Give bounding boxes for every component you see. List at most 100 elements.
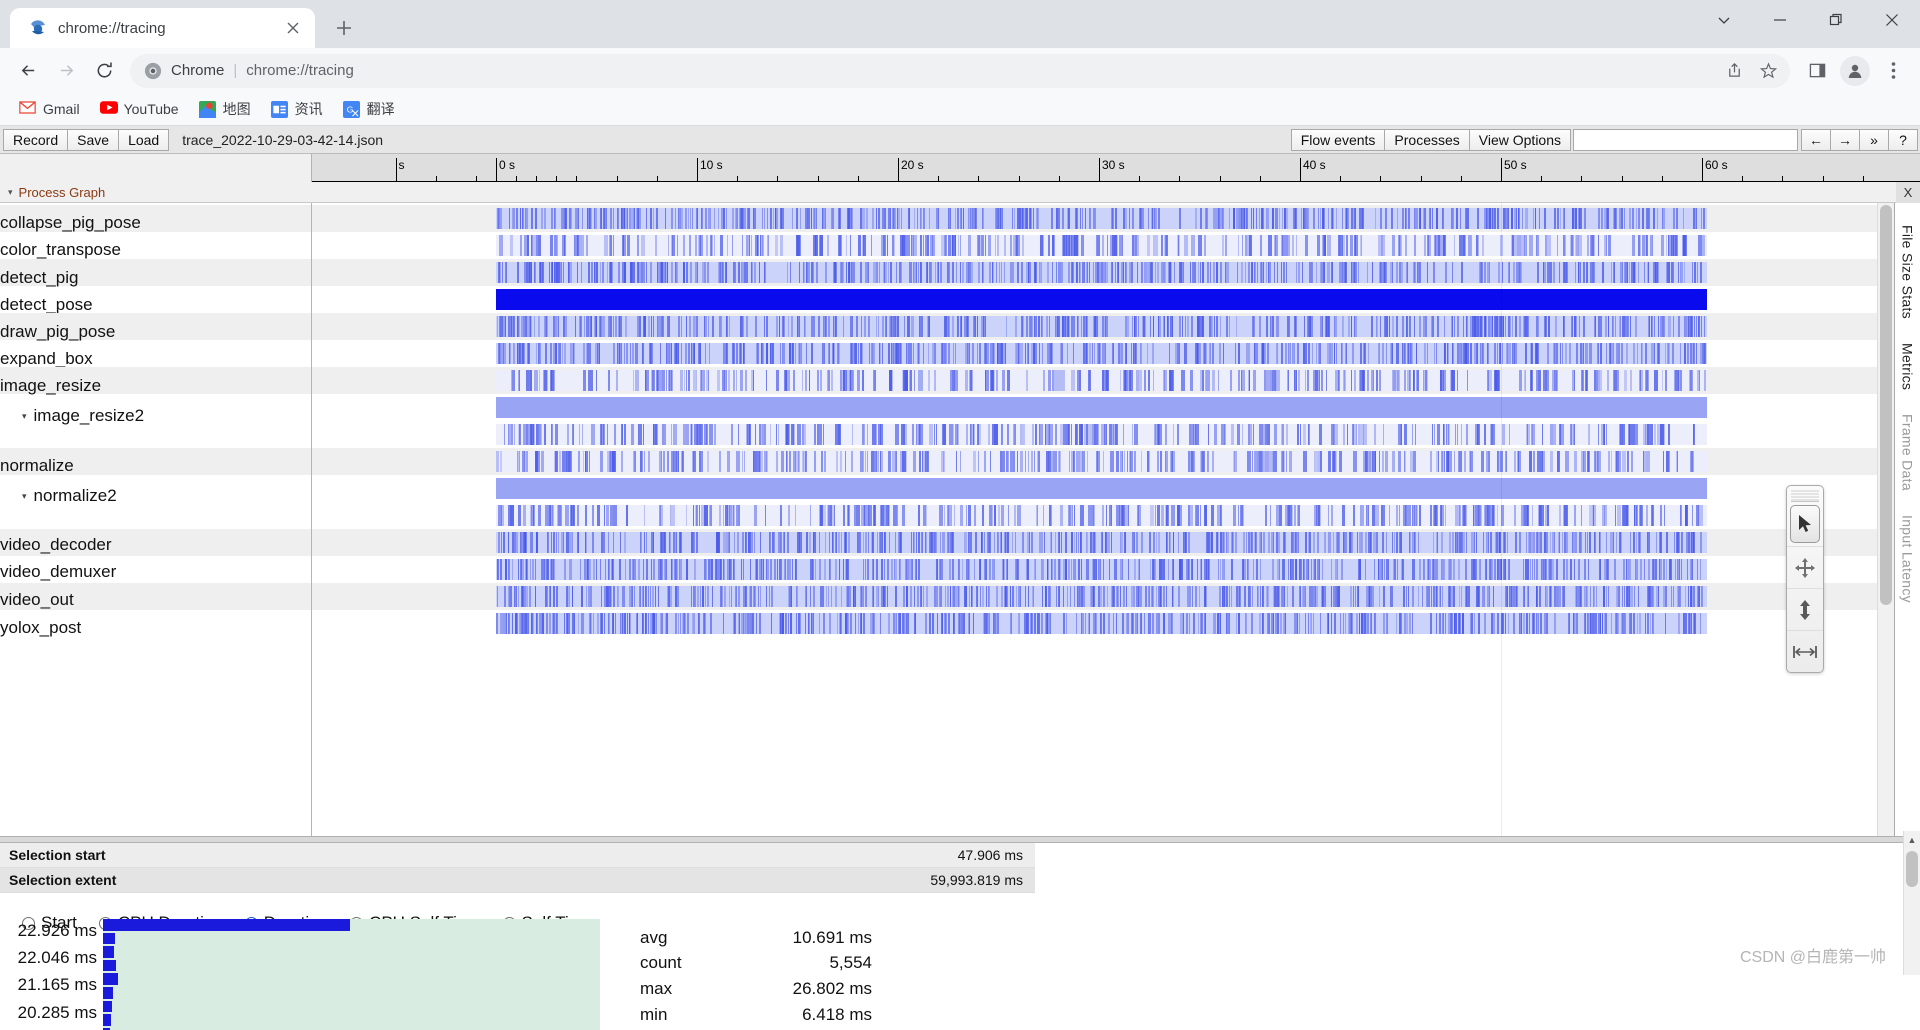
trace-slice[interactable] (638, 424, 643, 445)
trace-slice[interactable] (1253, 424, 1255, 445)
trace-slice[interactable] (895, 586, 897, 607)
trace-slice[interactable] (1558, 505, 1561, 526)
trace-slice[interactable] (1059, 451, 1061, 472)
trace-slice[interactable] (1266, 424, 1271, 445)
trace-slice[interactable] (1401, 262, 1404, 283)
trace-slice[interactable] (692, 451, 697, 472)
trace-slice[interactable] (1625, 505, 1630, 526)
trace-slice[interactable] (959, 559, 961, 580)
trace-slice[interactable] (1100, 262, 1103, 283)
trace-slice[interactable] (1573, 316, 1576, 337)
trace-slice[interactable] (771, 343, 774, 364)
trace-slice[interactable] (696, 370, 698, 391)
trace-slice[interactable] (1172, 424, 1175, 445)
trace-slice[interactable] (1017, 586, 1020, 607)
trace-slice[interactable] (829, 532, 831, 553)
trace-slice[interactable] (1343, 532, 1345, 553)
trace-slice[interactable] (1343, 316, 1345, 337)
trace-slice[interactable] (569, 559, 572, 580)
trace-slice[interactable] (1101, 532, 1103, 553)
trace-slice[interactable] (642, 343, 644, 364)
trace-slice[interactable] (1231, 532, 1234, 553)
trace-slice[interactable] (957, 316, 960, 337)
trace-slice[interactable] (1426, 262, 1429, 283)
bookmark-youtube[interactable]: YouTube (93, 98, 186, 121)
trace-slice[interactable] (1080, 451, 1083, 472)
trace-slice[interactable] (1672, 343, 1674, 364)
trace-slice[interactable] (984, 559, 987, 580)
trace-slice[interactable] (1146, 343, 1148, 364)
trace-slice[interactable] (1477, 208, 1479, 229)
trace-slice[interactable] (965, 370, 969, 391)
trace-slice[interactable] (942, 532, 945, 553)
trace-slice[interactable] (736, 208, 739, 229)
trace-slice[interactable] (872, 208, 874, 229)
trace-slice[interactable] (1564, 235, 1567, 256)
trace-slice[interactable] (1089, 343, 1092, 364)
trace-slice[interactable] (1466, 370, 1468, 391)
trace-slice[interactable] (653, 424, 657, 445)
trace-slice[interactable] (569, 532, 571, 553)
trace-slice[interactable] (1220, 316, 1222, 337)
trace-slice[interactable] (710, 235, 713, 256)
trace-slice[interactable] (1301, 262, 1304, 283)
trace-slice[interactable] (1497, 208, 1500, 229)
trace-slice[interactable] (1204, 505, 1207, 526)
trace-slice[interactable] (1096, 262, 1099, 283)
trace-slice[interactable] (1195, 505, 1199, 526)
trace-slice[interactable] (1087, 451, 1089, 472)
trace-slice[interactable] (940, 451, 945, 472)
trace-slice[interactable] (937, 262, 940, 283)
trace-slice[interactable] (1574, 505, 1577, 526)
trace-slice[interactable] (1256, 586, 1258, 607)
trace-slice[interactable] (1465, 208, 1468, 229)
trace-slice[interactable] (1031, 532, 1034, 553)
trace-slice[interactable] (756, 343, 759, 364)
trace-slice[interactable] (860, 208, 862, 229)
trace-slice[interactable] (1212, 262, 1215, 283)
trace-slice[interactable] (1144, 586, 1148, 607)
trace-slice[interactable] (1326, 343, 1329, 364)
trace-slice[interactable] (1165, 532, 1168, 553)
trace-slice[interactable] (1201, 316, 1203, 337)
trace-slice[interactable] (1026, 370, 1028, 391)
trace-slice[interactable] (779, 532, 782, 553)
trace-slice[interactable] (1604, 559, 1607, 580)
trace-slice[interactable] (1177, 424, 1179, 445)
trace-slice[interactable] (917, 505, 920, 526)
trace-slice[interactable] (880, 451, 884, 472)
trace-slice[interactable] (1635, 559, 1638, 580)
trace-slice[interactable] (1575, 262, 1577, 283)
trace-slice[interactable] (778, 424, 780, 445)
trace-slice[interactable] (825, 262, 828, 283)
trace-slice[interactable] (1565, 343, 1568, 364)
trace-slice[interactable] (1620, 262, 1623, 283)
trace-slice[interactable] (1224, 424, 1226, 445)
trace-slice[interactable] (1175, 343, 1178, 364)
trace-slice[interactable] (674, 586, 677, 607)
trace-slice[interactable] (736, 532, 740, 553)
trace-slice[interactable] (1332, 532, 1335, 553)
trace-slice[interactable] (588, 262, 590, 283)
trace-slice[interactable] (1533, 559, 1535, 580)
trace-slice[interactable] (1452, 370, 1455, 391)
trace-slice[interactable] (1588, 532, 1591, 553)
trace-slice[interactable] (610, 586, 613, 607)
trace-slice[interactable] (633, 262, 636, 283)
trace-slice[interactable] (1120, 343, 1122, 364)
trace-slice[interactable] (935, 586, 938, 607)
trace-slice[interactable] (1508, 343, 1511, 364)
trace-slice[interactable] (568, 451, 571, 472)
trace-slice[interactable] (879, 424, 884, 445)
trace-slice[interactable] (991, 559, 994, 580)
trace-slice[interactable] (1354, 235, 1359, 256)
trace-slice[interactable] (572, 424, 575, 445)
trace-slice[interactable] (1565, 451, 1569, 472)
trace-slice[interactable] (877, 208, 880, 229)
trace-slice[interactable] (1191, 235, 1195, 256)
trace-slice[interactable] (1356, 586, 1359, 607)
trace-slice[interactable] (1451, 208, 1454, 229)
trace-slice[interactable] (978, 559, 981, 580)
trace-slice[interactable] (1263, 424, 1265, 445)
trace-slice[interactable] (1157, 316, 1159, 337)
